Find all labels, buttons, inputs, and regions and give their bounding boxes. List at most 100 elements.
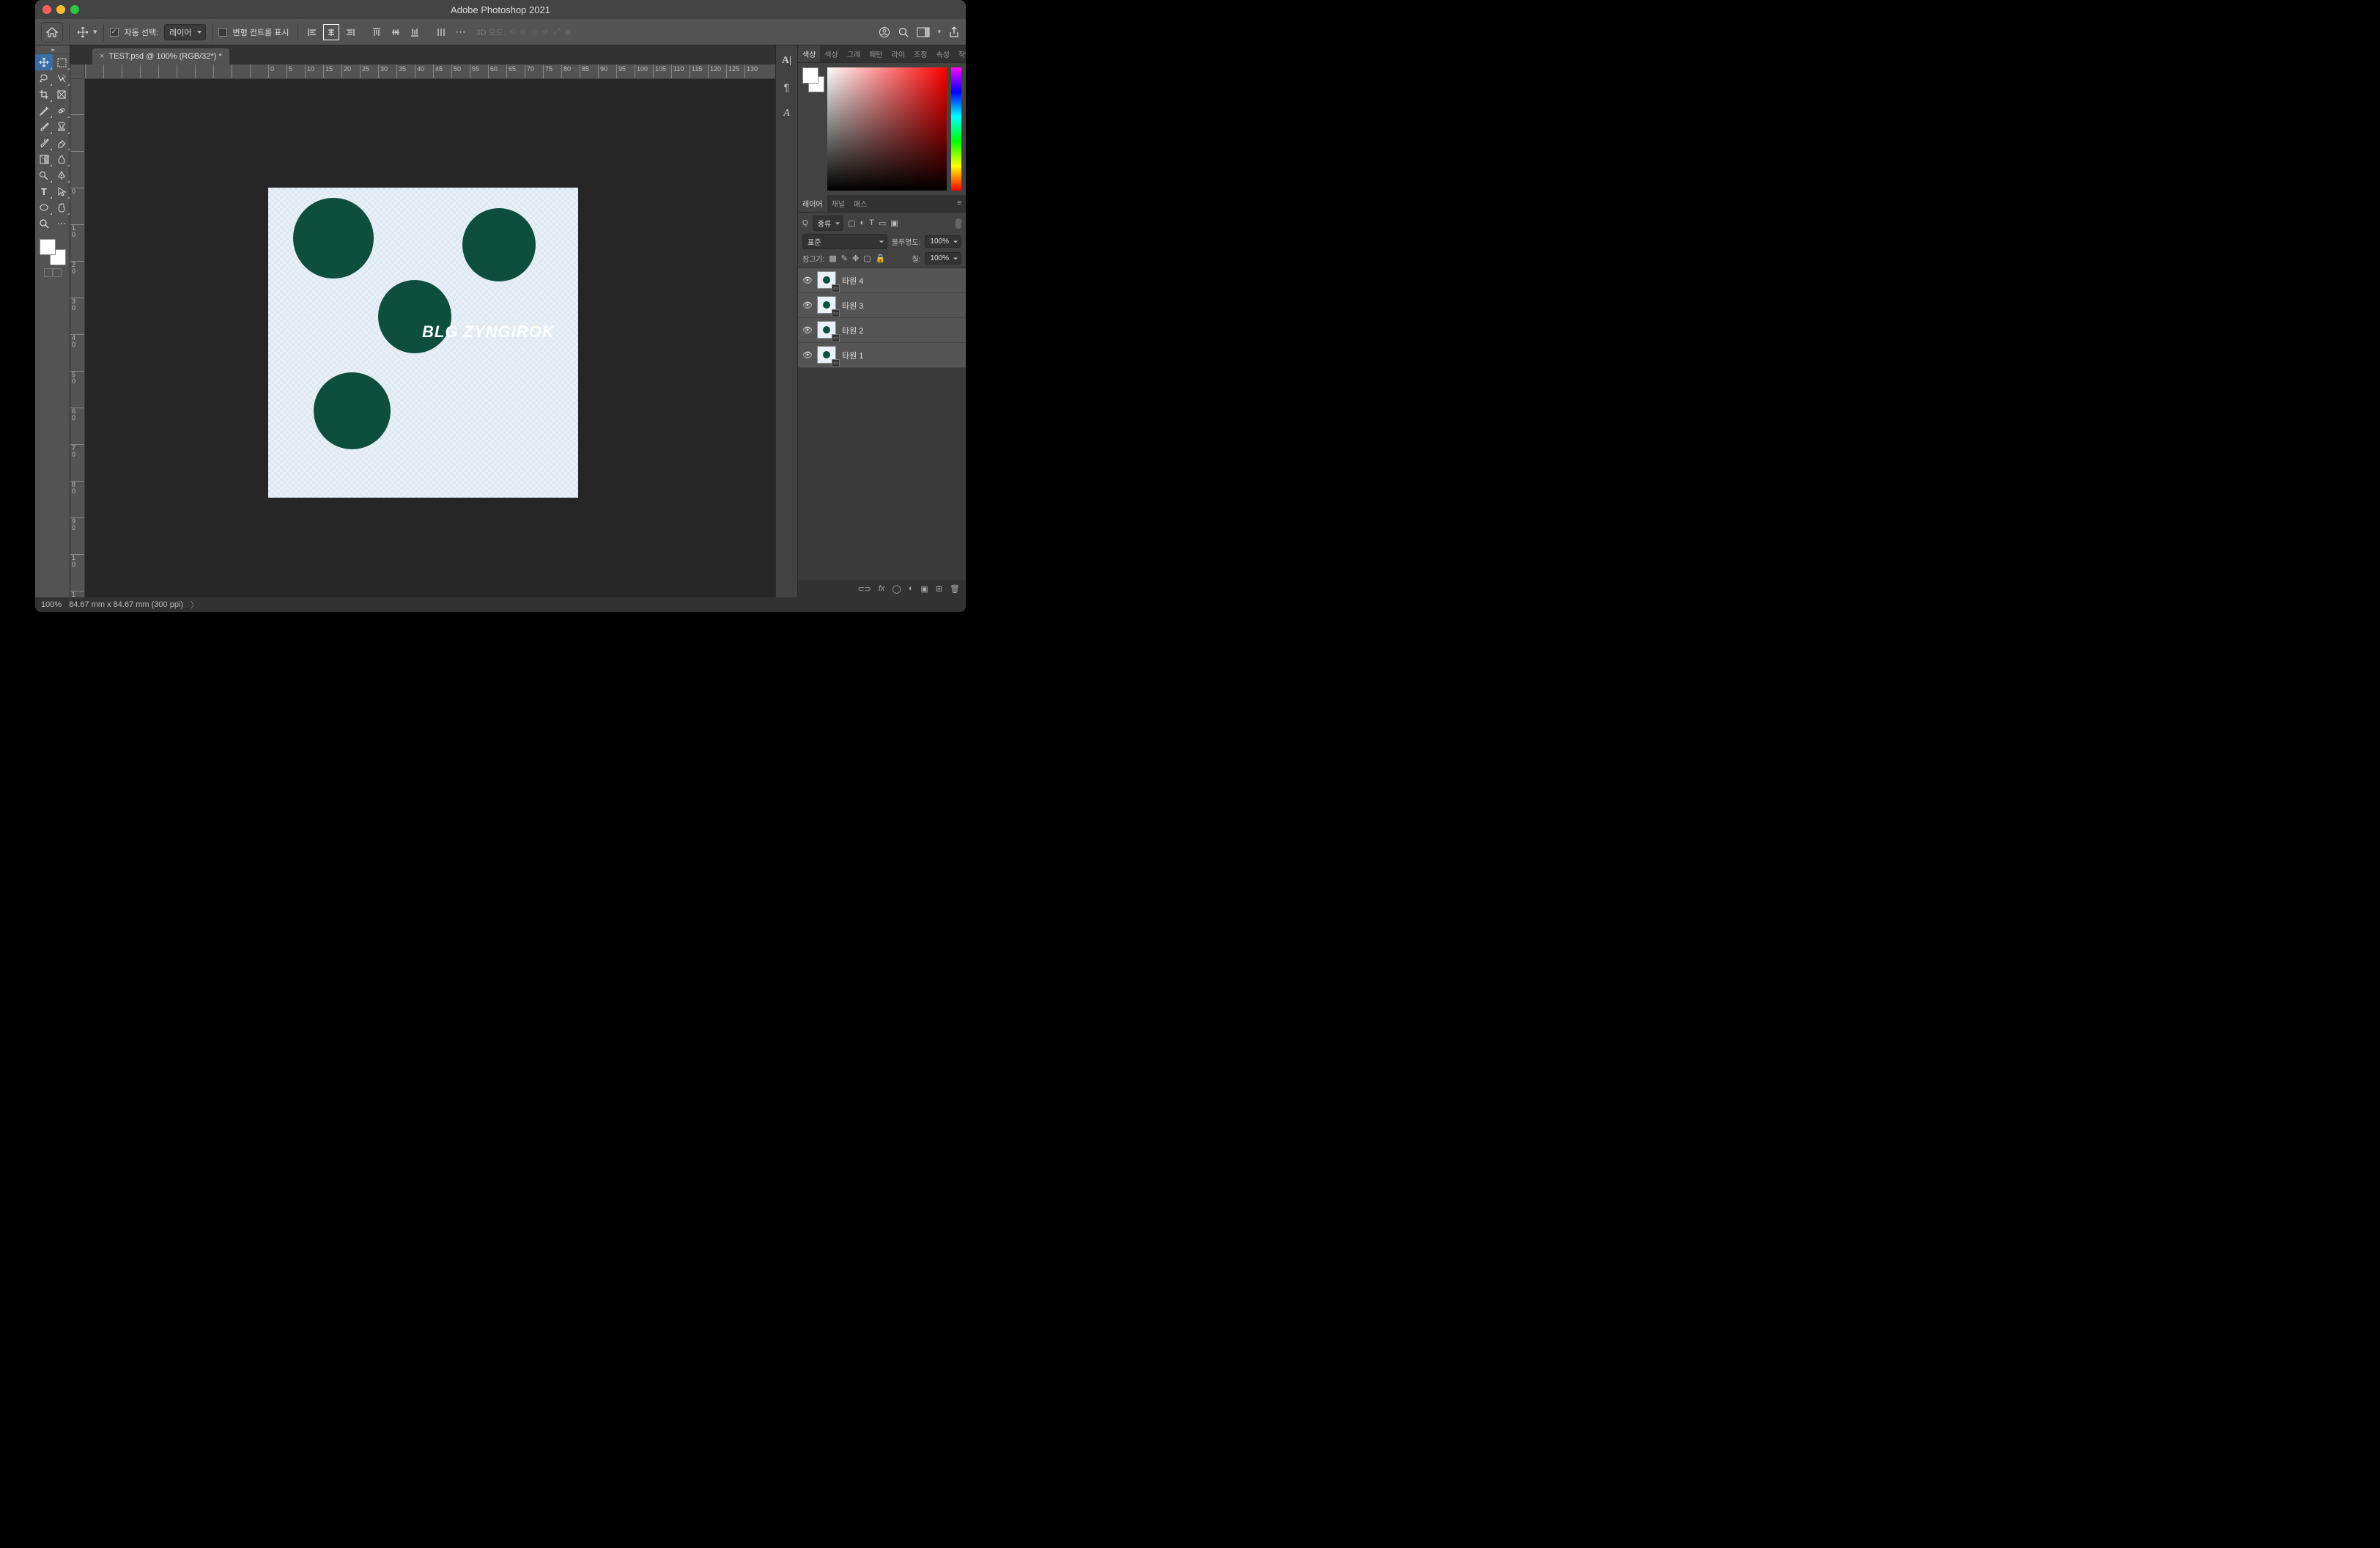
delete-layer-icon[interactable]: 🗑: [950, 584, 960, 594]
filter-pixel-icon[interactable]: ▢: [848, 218, 855, 228]
marquee-tool[interactable]: [53, 54, 70, 70]
lock-artboard-icon[interactable]: ▢: [863, 254, 871, 263]
ellipse-shape[interactable]: [293, 198, 374, 279]
align-center-h-button[interactable]: [323, 24, 339, 40]
layer-row[interactable]: 👁 ▭ 타원 3: [798, 293, 966, 318]
align-bottom-button[interactable]: [407, 24, 423, 40]
share-icon[interactable]: [948, 26, 960, 38]
fill-input[interactable]: 100%: [925, 252, 961, 265]
document-info[interactable]: 84.67 mm x 84.67 mm (300 ppi): [69, 600, 183, 609]
lock-position-icon[interactable]: ✥: [852, 254, 859, 263]
patterns-tab[interactable]: 패턴: [865, 45, 887, 62]
pan-3d-icon[interactable]: ⊕: [520, 27, 526, 37]
crop-tool[interactable]: [35, 86, 53, 103]
lock-pixels-icon[interactable]: ✎: [841, 254, 848, 263]
zoom-tool[interactable]: [35, 215, 53, 232]
align-center-v-button[interactable]: [388, 24, 404, 40]
shape-tool[interactable]: [35, 199, 53, 215]
canvas-viewport[interactable]: BLG ZYNGIROK: [85, 79, 775, 597]
align-right-button[interactable]: [342, 24, 358, 40]
ellipse-shape[interactable]: [314, 372, 391, 449]
layer-name[interactable]: 타원 3: [842, 300, 863, 312]
layer-row[interactable]: 👁 ▭ 타원 4: [798, 268, 966, 293]
layer-filter-dropdown[interactable]: 종류: [813, 215, 843, 231]
lock-all-icon[interactable]: 🔒: [876, 254, 886, 263]
paths-tab[interactable]: 패스: [849, 195, 871, 212]
close-window-button[interactable]: [42, 5, 51, 14]
path-select-tool[interactable]: [53, 183, 70, 199]
paragraph-panel-icon[interactable]: ¶: [779, 79, 795, 95]
dodge-tool[interactable]: [35, 167, 53, 183]
layer-row[interactable]: 👁 ▭ 타원 1: [798, 343, 966, 368]
color-field[interactable]: [827, 67, 947, 191]
transform-controls-checkbox[interactable]: [218, 28, 227, 37]
visibility-toggle-icon[interactable]: 👁: [802, 325, 813, 335]
hue-slider[interactable]: [951, 67, 961, 191]
workspace-icon[interactable]: [917, 27, 930, 37]
maximize-window-button[interactable]: [70, 5, 79, 14]
account-icon[interactable]: [879, 26, 890, 38]
roll-3d-icon[interactable]: ◎: [531, 27, 538, 37]
new-layer-icon[interactable]: ⊞: [936, 584, 942, 594]
layer-row[interactable]: 👁 ▭ 타원 2: [798, 318, 966, 343]
history-brush-tool[interactable]: [35, 135, 53, 151]
layer-mask-icon[interactable]: ◯: [892, 584, 901, 594]
lock-transparency-icon[interactable]: ▩: [829, 254, 836, 263]
lasso-tool[interactable]: [35, 70, 53, 86]
layer-name[interactable]: 타원 4: [842, 275, 863, 287]
type-tool[interactable]: T: [35, 183, 53, 199]
layer-style-icon[interactable]: fx: [879, 584, 885, 593]
glyphs-panel-icon[interactable]: A: [779, 106, 795, 122]
stamp-tool[interactable]: [53, 119, 70, 135]
filter-toggle[interactable]: [956, 218, 961, 229]
home-button[interactable]: [41, 22, 63, 43]
layer-name[interactable]: 타원 2: [842, 325, 863, 336]
minimize-window-button[interactable]: [56, 5, 65, 14]
slide-3d-icon[interactable]: ✥: [542, 27, 549, 37]
frame-tool[interactable]: [53, 86, 70, 103]
libraries-tab[interactable]: 라이: [887, 45, 909, 62]
align-top-button[interactable]: [369, 24, 385, 40]
filter-shape-icon[interactable]: ▭: [879, 218, 886, 228]
filter-type-icon[interactable]: T: [869, 218, 874, 228]
pen-tool[interactable]: [53, 167, 70, 183]
brush-tool[interactable]: [35, 119, 53, 135]
gradient-tool[interactable]: [35, 151, 53, 167]
ruler-origin[interactable]: [70, 64, 85, 79]
group-layers-icon[interactable]: ▣: [920, 584, 928, 594]
layer-name[interactable]: 타원 1: [842, 350, 863, 361]
ellipse-shape[interactable]: [462, 208, 536, 281]
adjustments-tab[interactable]: 조정: [909, 45, 931, 62]
visibility-toggle-icon[interactable]: 👁: [802, 276, 813, 285]
edit-toolbar-button[interactable]: ⋯: [53, 215, 70, 232]
quick-select-tool[interactable]: [53, 70, 70, 86]
link-layers-icon[interactable]: ⊂⊃: [857, 584, 871, 594]
foreground-background-swatch[interactable]: [40, 239, 66, 265]
visibility-toggle-icon[interactable]: 👁: [802, 301, 813, 310]
auto-select-dropdown[interactable]: 레이어: [164, 24, 205, 40]
actions-tab[interactable]: 작업: [954, 45, 966, 62]
document-tab[interactable]: × TEST.psd @ 100% (RGB/32*) *: [92, 48, 229, 64]
adjustment-layer-icon[interactable]: ◐: [909, 584, 914, 593]
status-chevron-icon[interactable]: 〉: [191, 599, 199, 611]
swatches-tab[interactable]: 색상: [820, 45, 842, 62]
zoom-level[interactable]: 100%: [41, 600, 62, 609]
panel-menu-icon[interactable]: ≡: [953, 199, 966, 207]
hand-tool[interactable]: [53, 199, 70, 215]
filter-adjust-icon[interactable]: ◐: [860, 218, 865, 228]
align-left-button[interactable]: [304, 24, 320, 40]
filter-smart-icon[interactable]: ▣: [890, 218, 898, 228]
horizontal-ruler[interactable]: 0510152025303540455055606570758085909510…: [85, 64, 775, 79]
opacity-input[interactable]: 100%: [925, 235, 961, 248]
auto-select-checkbox[interactable]: [110, 28, 119, 37]
more-options-button[interactable]: ⋯: [452, 24, 468, 40]
visibility-toggle-icon[interactable]: 👁: [802, 350, 813, 360]
channels-tab[interactable]: 채널: [827, 195, 849, 212]
search-icon[interactable]: [898, 26, 909, 38]
blend-mode-dropdown[interactable]: 표준: [802, 234, 887, 249]
quick-mask-toggle[interactable]: [38, 268, 67, 277]
eraser-tool[interactable]: [53, 135, 70, 151]
blur-tool[interactable]: [53, 151, 70, 167]
move-tool[interactable]: [35, 54, 53, 70]
healing-tool[interactable]: [53, 103, 70, 119]
